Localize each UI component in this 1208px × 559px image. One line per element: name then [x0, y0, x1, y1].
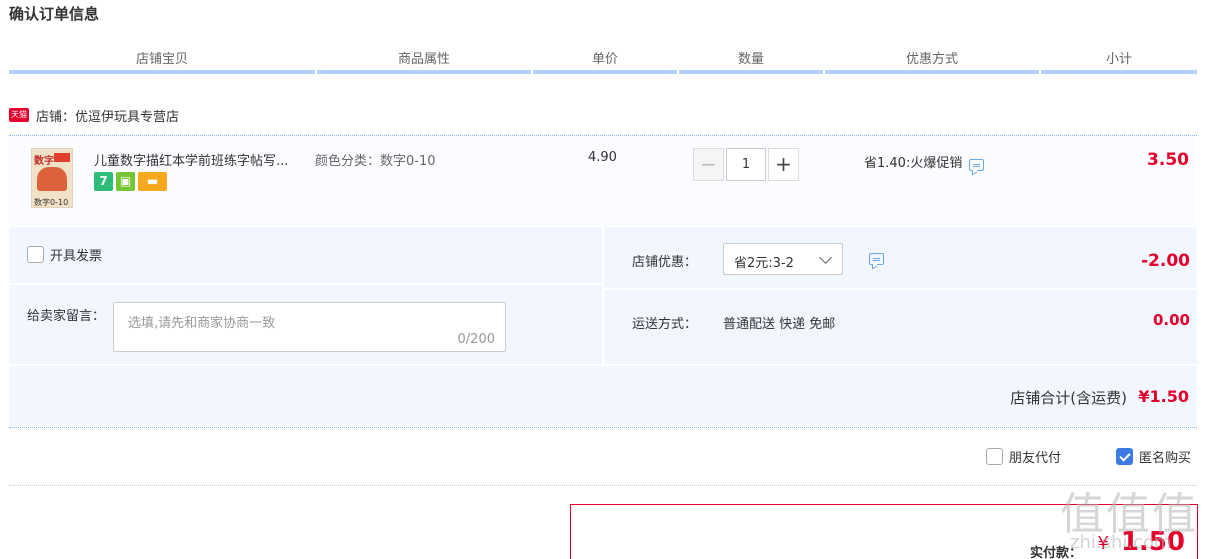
comment-icon[interactable]: [969, 158, 985, 171]
divider: [9, 427, 1197, 428]
seven-day-return-icon[interactable]: 7: [94, 172, 113, 191]
order-item-row: 数字 数字0-10 儿童数字描红本学前班练字帖写... 7 ▣ ▬ 颜色分类：数…: [9, 136, 1197, 226]
promotion-info: 省1.40:火爆促销: [864, 152, 985, 171]
seller-message-input[interactable]: 选填,请先和商家协商一致 0/200: [113, 302, 506, 352]
anonymous-buy-checkbox[interactable]: [1116, 448, 1133, 465]
shop-total-value: ¥1.50: [1138, 387, 1189, 406]
chevron-down-icon: [819, 251, 832, 264]
tmall-icon: 天猫: [9, 108, 29, 122]
message-char-count: 0/200: [457, 332, 495, 347]
table-header-bar: [9, 70, 1197, 74]
invoice-option[interactable]: 开具发票: [27, 245, 102, 264]
thumb-title: 数字: [34, 156, 54, 167]
shop-discount-value: -2.00: [1141, 251, 1190, 271]
col-header-items: 店铺宝贝: [135, 52, 188, 67]
item-title[interactable]: 儿童数字描红本学前班练字帖写...: [94, 150, 309, 169]
col-header-attributes: 商品属性: [397, 52, 450, 67]
col-header-quantity: 数量: [737, 52, 764, 67]
friend-pay-label: 朋友代付: [1009, 451, 1062, 466]
shop-line: 天猫 店铺：优逗伊玩具专营店: [9, 106, 179, 125]
anonymous-buy-option[interactable]: 匿名购买: [1116, 447, 1191, 466]
shop-discount-label: 店铺优惠：: [632, 255, 698, 270]
quantity-stepper: − 1 +: [693, 148, 799, 181]
message-label: 给卖家留言：: [27, 309, 106, 324]
item-attribute: 颜色分类：数字0-10: [315, 154, 436, 169]
shop-discount-select[interactable]: 省2元:3-2: [723, 243, 843, 275]
col-header-discount: 优惠方式: [905, 52, 958, 67]
thumb-caption: 数字0-10: [34, 198, 69, 207]
item-thumbnail[interactable]: 数字 数字0-10: [31, 148, 73, 208]
decrease-quantity-button[interactable]: −: [693, 148, 724, 181]
anonymous-buy-label: 匿名购买: [1139, 451, 1192, 466]
col-header-unit-price: 单价: [591, 52, 618, 67]
friend-pay-checkbox[interactable]: [986, 448, 1003, 465]
divider: [9, 485, 1197, 486]
increase-quantity-button[interactable]: +: [768, 148, 799, 181]
comment-icon[interactable]: [869, 253, 884, 265]
shipping-label: 运送方式：: [632, 317, 698, 332]
shop-total: 店铺合计(含运费) ¥1.50: [9, 366, 1197, 426]
shipping-cost: 0.00: [1152, 311, 1190, 329]
friend-pay-option[interactable]: 朋友代付: [986, 447, 1061, 466]
shop-discount-selected: 省2元:3-2: [734, 256, 794, 271]
item-subtotal: 3.50: [1147, 150, 1189, 170]
unit-price: 4.90: [588, 150, 617, 165]
credit-card-icon[interactable]: ▬: [138, 172, 167, 191]
shipping-method: 普通配送 快递 免邮: [723, 317, 836, 332]
page-title: 确认订单信息: [9, 5, 100, 23]
promotion-text: 省1.40:火爆促销: [864, 156, 963, 171]
shop-name[interactable]: 店铺：优逗伊玩具专营店: [36, 106, 179, 125]
guarantee-icon[interactable]: ▣: [116, 172, 135, 191]
quantity-input[interactable]: 1: [726, 148, 766, 181]
invoice-label: 开具发票: [50, 249, 103, 264]
watermark-url: zhi.shi.com: [1070, 532, 1172, 553]
service-badges: 7 ▣ ▬: [94, 172, 167, 191]
table-header: 店铺宝贝 商品属性 单价 数量 优惠方式 小计: [9, 50, 1197, 70]
message-placeholder: 选填,请先和商家协商一致: [128, 316, 276, 331]
order-options-right: [604, 227, 1197, 364]
invoice-checkbox[interactable]: [27, 246, 44, 263]
shop-total-label: 店铺合计(含运费): [1010, 389, 1127, 407]
col-header-subtotal: 小计: [1105, 52, 1132, 67]
